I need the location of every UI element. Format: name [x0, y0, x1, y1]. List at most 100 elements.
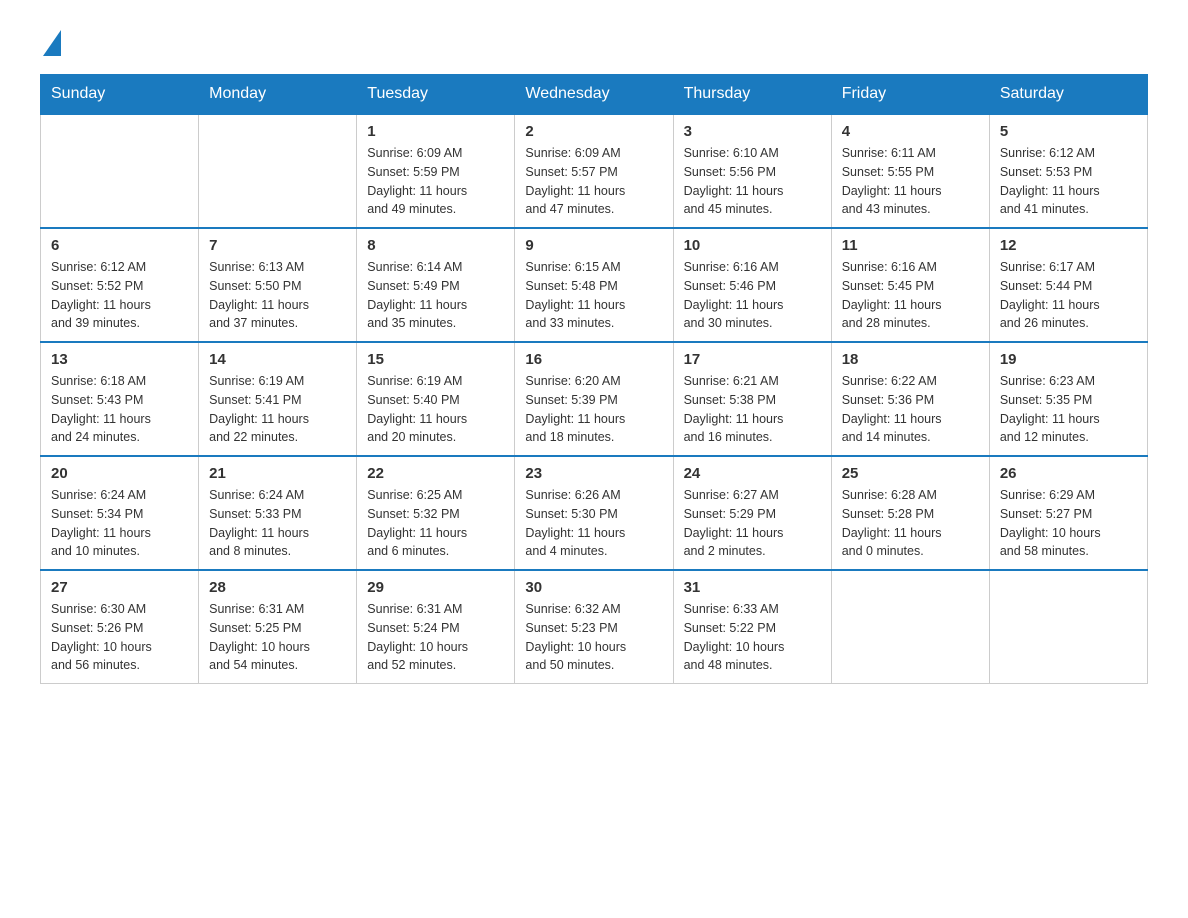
day-number: 1	[367, 123, 504, 140]
day-number: 12	[1000, 237, 1137, 254]
calendar-week-row: 20Sunrise: 6:24 AMSunset: 5:34 PMDayligh…	[41, 456, 1148, 570]
calendar-cell	[831, 570, 989, 684]
day-info: Sunrise: 6:22 AMSunset: 5:36 PMDaylight:…	[842, 372, 979, 447]
column-header-wednesday: Wednesday	[515, 75, 673, 115]
day-info: Sunrise: 6:15 AMSunset: 5:48 PMDaylight:…	[525, 258, 662, 333]
day-number: 29	[367, 579, 504, 596]
calendar-week-row: 27 Sunrise: 6:30 AMSunset: 5:26 PMDayligh…	[41, 570, 1148, 684]
day-number: 17	[684, 351, 821, 368]
day-info: Sunrise: 6:24 AMSunset: 5:33 PMDaylight:…	[209, 486, 346, 561]
day-info: Sunrise: 6:31 AMSunset: 5:24 PMDaylight:…	[367, 600, 504, 675]
day-info: Sunrise: 6:09 AMSunset: 5:57 PMDaylight:…	[525, 144, 662, 219]
day-info: Sunrise: 6:10 AMSunset: 5:56 PMDaylight:…	[684, 144, 821, 219]
calendar-cell: 7Sunrise: 6:13 AMSunset: 5:50 PMDaylight…	[199, 228, 357, 342]
column-header-friday: Friday	[831, 75, 989, 115]
day-info: Sunrise: 6:16 AMSunset: 5:46 PMDaylight:…	[684, 258, 821, 333]
calendar-cell: 21 Sunrise: 6:24 AMSunset: 5:33 PMDayligh…	[199, 456, 357, 570]
calendar-cell: 27 Sunrise: 6:30 AMSunset: 5:26 PMDayligh…	[41, 570, 199, 684]
calendar-header-row: SundayMondayTuesdayWednesdayThursdayFrid…	[41, 75, 1148, 115]
day-info: Sunrise: 6:13 AMSunset: 5:50 PMDaylight:…	[209, 258, 346, 333]
column-header-sunday: Sunday	[41, 75, 199, 115]
day-number: 31	[684, 579, 821, 596]
calendar-week-row: 6Sunrise: 6:12 AMSunset: 5:52 PMDaylight…	[41, 228, 1148, 342]
day-number: 20	[51, 465, 188, 482]
calendar-cell: 2 Sunrise: 6:09 AMSunset: 5:57 PMDaylight…	[515, 114, 673, 228]
column-header-saturday: Saturday	[989, 75, 1147, 115]
calendar-cell: 5Sunrise: 6:12 AMSunset: 5:53 PMDaylight…	[989, 114, 1147, 228]
calendar-cell: 15 Sunrise: 6:19 AMSunset: 5:40 PMDayligh…	[357, 342, 515, 456]
day-info: Sunrise: 6:16 AMSunset: 5:45 PMDaylight:…	[842, 258, 979, 333]
day-number: 23	[525, 465, 662, 482]
day-info: Sunrise: 6:19 AMSunset: 5:41 PMDaylight:…	[209, 372, 346, 447]
day-number: 2	[525, 123, 662, 140]
calendar-cell: 29 Sunrise: 6:31 AMSunset: 5:24 PMDayligh…	[357, 570, 515, 684]
day-info: Sunrise: 6:18 AMSunset: 5:43 PMDaylight:…	[51, 372, 188, 447]
day-info: Sunrise: 6:11 AMSunset: 5:55 PMDaylight:…	[842, 144, 979, 219]
calendar-cell: 13 Sunrise: 6:18 AMSunset: 5:43 PMDayligh…	[41, 342, 199, 456]
calendar-cell: 3 Sunrise: 6:10 AMSunset: 5:56 PMDaylight…	[673, 114, 831, 228]
calendar-cell: 14Sunrise: 6:19 AMSunset: 5:41 PMDayligh…	[199, 342, 357, 456]
day-number: 25	[842, 465, 979, 482]
day-number: 11	[842, 237, 979, 254]
calendar-cell: 18 Sunrise: 6:22 AMSunset: 5:36 PMDayligh…	[831, 342, 989, 456]
day-number: 10	[684, 237, 821, 254]
calendar-cell	[41, 114, 199, 228]
day-number: 8	[367, 237, 504, 254]
calendar-week-row: 1Sunrise: 6:09 AMSunset: 5:59 PMDaylight…	[41, 114, 1148, 228]
calendar-cell: 9 Sunrise: 6:15 AMSunset: 5:48 PMDaylight…	[515, 228, 673, 342]
calendar-cell: 1Sunrise: 6:09 AMSunset: 5:59 PMDaylight…	[357, 114, 515, 228]
calendar-cell: 11 Sunrise: 6:16 AMSunset: 5:45 PMDayligh…	[831, 228, 989, 342]
calendar-cell: 28 Sunrise: 6:31 AMSunset: 5:25 PMDayligh…	[199, 570, 357, 684]
calendar-cell: 17Sunrise: 6:21 AMSunset: 5:38 PMDayligh…	[673, 342, 831, 456]
day-info: Sunrise: 6:30 AMSunset: 5:26 PMDaylight:…	[51, 600, 188, 675]
day-info: Sunrise: 6:33 AMSunset: 5:22 PMDaylight:…	[684, 600, 821, 675]
logo-row1	[40, 30, 61, 56]
logo	[40, 30, 61, 54]
day-number: 26	[1000, 465, 1137, 482]
day-number: 18	[842, 351, 979, 368]
calendar-cell: 26 Sunrise: 6:29 AMSunset: 5:27 PMDayligh…	[989, 456, 1147, 570]
day-info: Sunrise: 6:27 AMSunset: 5:29 PMDaylight:…	[684, 486, 821, 561]
day-info: Sunrise: 6:31 AMSunset: 5:25 PMDaylight:…	[209, 600, 346, 675]
day-info: Sunrise: 6:32 AMSunset: 5:23 PMDaylight:…	[525, 600, 662, 675]
calendar-cell: 19 Sunrise: 6:23 AMSunset: 5:35 PMDayligh…	[989, 342, 1147, 456]
day-info: Sunrise: 6:12 AMSunset: 5:52 PMDaylight:…	[51, 258, 188, 333]
day-info: Sunrise: 6:23 AMSunset: 5:35 PMDaylight:…	[1000, 372, 1137, 447]
day-info: Sunrise: 6:25 AMSunset: 5:32 PMDaylight:…	[367, 486, 504, 561]
calendar-cell: 24 Sunrise: 6:27 AMSunset: 5:29 PMDayligh…	[673, 456, 831, 570]
calendar-cell	[989, 570, 1147, 684]
calendar-table: SundayMondayTuesdayWednesdayThursdayFrid…	[40, 74, 1148, 684]
day-info: Sunrise: 6:29 AMSunset: 5:27 PMDaylight:…	[1000, 486, 1137, 561]
day-info: Sunrise: 6:19 AMSunset: 5:40 PMDaylight:…	[367, 372, 504, 447]
calendar-cell: 31 Sunrise: 6:33 AMSunset: 5:22 PMDayligh…	[673, 570, 831, 684]
calendar-cell: 16Sunrise: 6:20 AMSunset: 5:39 PMDayligh…	[515, 342, 673, 456]
day-number: 30	[525, 579, 662, 596]
day-number: 27	[51, 579, 188, 596]
calendar-cell: 4Sunrise: 6:11 AMSunset: 5:55 PMDaylight…	[831, 114, 989, 228]
day-info: Sunrise: 6:20 AMSunset: 5:39 PMDaylight:…	[525, 372, 662, 447]
day-number: 9	[525, 237, 662, 254]
calendar-cell: 25 Sunrise: 6:28 AMSunset: 5:28 PMDayligh…	[831, 456, 989, 570]
calendar-cell: 8 Sunrise: 6:14 AMSunset: 5:49 PMDaylight…	[357, 228, 515, 342]
calendar-cell: 20Sunrise: 6:24 AMSunset: 5:34 PMDayligh…	[41, 456, 199, 570]
calendar-cell	[199, 114, 357, 228]
logo-triangle-icon	[43, 30, 61, 56]
day-number: 3	[684, 123, 821, 140]
day-info: Sunrise: 6:28 AMSunset: 5:28 PMDaylight:…	[842, 486, 979, 561]
day-number: 13	[51, 351, 188, 368]
calendar-cell: 10 Sunrise: 6:16 AMSunset: 5:46 PMDayligh…	[673, 228, 831, 342]
day-number: 15	[367, 351, 504, 368]
calendar-cell: 22Sunrise: 6:25 AMSunset: 5:32 PMDayligh…	[357, 456, 515, 570]
page-header	[40, 30, 1148, 54]
day-info: Sunrise: 6:26 AMSunset: 5:30 PMDaylight:…	[525, 486, 662, 561]
calendar-week-row: 13 Sunrise: 6:18 AMSunset: 5:43 PMDayligh…	[41, 342, 1148, 456]
calendar-cell: 23 Sunrise: 6:26 AMSunset: 5:30 PMDayligh…	[515, 456, 673, 570]
day-info: Sunrise: 6:14 AMSunset: 5:49 PMDaylight:…	[367, 258, 504, 333]
day-info: Sunrise: 6:12 AMSunset: 5:53 PMDaylight:…	[1000, 144, 1137, 219]
day-info: Sunrise: 6:17 AMSunset: 5:44 PMDaylight:…	[1000, 258, 1137, 333]
day-number: 24	[684, 465, 821, 482]
day-number: 19	[1000, 351, 1137, 368]
calendar-cell: 6Sunrise: 6:12 AMSunset: 5:52 PMDaylight…	[41, 228, 199, 342]
day-number: 28	[209, 579, 346, 596]
day-number: 21	[209, 465, 346, 482]
